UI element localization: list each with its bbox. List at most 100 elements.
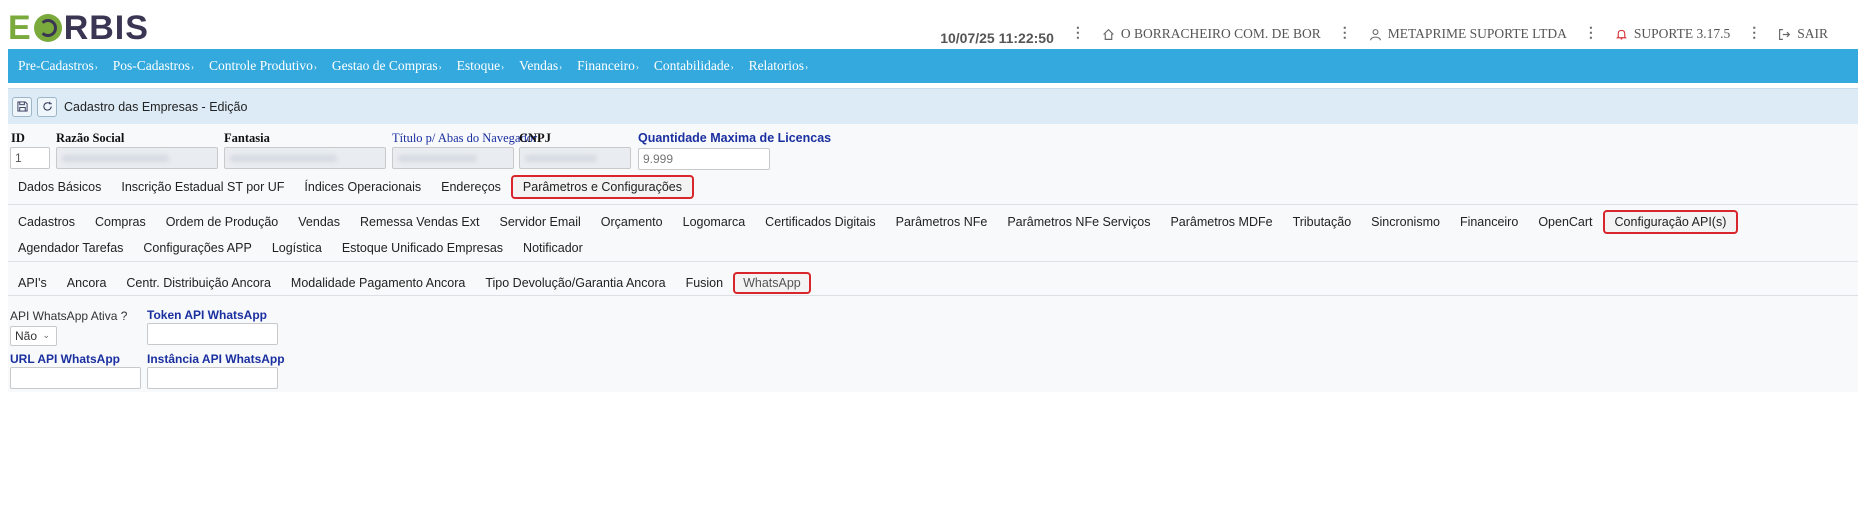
tab-ancora[interactable]: Ancora [57, 272, 117, 294]
chevron-right-icon: › [94, 62, 98, 72]
tab-vendas[interactable]: Vendas [288, 211, 350, 233]
tab-configuracao-api-s[interactable]: Configuração API(s) [1602, 210, 1739, 234]
main-menu-bar: Pre-Cadastros› Pos-Cadastros› Controle Pro… [8, 49, 1858, 83]
support-version: SUPORTE 3.17.5 [1633, 26, 1731, 41]
whatsapp-active-value: Não [15, 329, 38, 343]
main-tabs: Dados Básicos Inscrição Estadual ST por U… [8, 175, 695, 199]
chevron-right-icon: › [438, 62, 442, 72]
home-icon [1103, 28, 1114, 40]
tab-parametros-e-configuracoes[interactable]: Parâmetros e Configurações [510, 175, 695, 199]
menu-item-pre-cadastros[interactable]: Pre-Cadastros› [18, 58, 98, 74]
tab-inscricao-estadual-st-por-uf[interactable]: Inscrição Estadual ST por UF [111, 176, 294, 198]
tab-modalidade-pagamento-ancora[interactable]: Modalidade Pagamento Ancora [281, 272, 475, 294]
tab-servidor-email[interactable]: Servidor Email [490, 211, 591, 233]
tab-parametros-nfe[interactable]: Parâmetros NFe [886, 211, 998, 233]
page-title: Cadastro das Empresas - Edição [64, 99, 248, 114]
id-field[interactable] [10, 147, 50, 169]
menu-item-controle-produtivo[interactable]: Controle Produtivo› [209, 58, 317, 74]
save-button[interactable] [12, 96, 32, 117]
tab-remessa-vendas-ext[interactable]: Remessa Vendas Ext [350, 211, 490, 233]
logout-icon [1779, 28, 1791, 40]
menu-item-label: Estoque [456, 58, 501, 73]
tab-tributacao[interactable]: Tributação [1283, 211, 1362, 233]
menu-item-estoque[interactable]: Estoque› [457, 58, 505, 74]
user-name: METAPRIME SUPORTE LTDA [1387, 26, 1567, 41]
chevron-right-icon: › [559, 62, 563, 72]
divider [8, 295, 1858, 296]
kebab-menu-icon[interactable]: ⋮ [1335, 27, 1355, 41]
menu-item-relatorios[interactable]: Relatorios› [749, 58, 809, 74]
menu-item-label: Vendas [519, 58, 559, 73]
menu-item-label: Relatorios [748, 58, 805, 73]
cnpj-field[interactable] [519, 147, 631, 169]
licencas-field[interactable] [638, 148, 770, 170]
token-input[interactable] [147, 323, 278, 345]
tab-cadastros[interactable]: Cadastros [8, 211, 85, 233]
tab-api-s[interactable]: API's [8, 272, 57, 294]
refresh-icon [42, 101, 52, 111]
tab-parametros-mdfe[interactable]: Parâmetros MDFe [1160, 211, 1282, 233]
titulo-abas-field[interactable] [392, 147, 514, 169]
tab-notificador[interactable]: Notificador [513, 237, 593, 259]
kebab-menu-icon[interactable]: ⋮ [1068, 27, 1088, 41]
kebab-menu-icon[interactable]: ⋮ [1581, 27, 1601, 41]
logout-label: SAIR [1797, 26, 1828, 41]
chevron-right-icon: › [313, 62, 317, 72]
tab-logistica[interactable]: Logística [262, 237, 332, 259]
razao-social-label: Razão Social [56, 131, 125, 145]
whatsapp-active-label: API WhatsApp Ativa ? [10, 309, 128, 323]
tab-certificados-digitais[interactable]: Certificados Digitais [755, 211, 885, 233]
tab-agendador-tarefas[interactable]: Agendador Tarefas [8, 237, 133, 259]
chevron-right-icon: › [635, 62, 639, 72]
menu-item-gestao-de-compras[interactable]: Gestao de Compras› [332, 58, 442, 74]
config-tabs-row1: Cadastros Compras Ordem de Produção Vendas R… [8, 210, 1739, 234]
page-title-bar: Cadastro das Empresas - Edição [8, 88, 1858, 124]
razao-social-field[interactable] [56, 147, 218, 169]
tab-estoque-unificado-empresas[interactable]: Estoque Unificado Empresas [332, 237, 513, 259]
tab-configuracoes-app[interactable]: Configurações APP [133, 237, 261, 259]
logo-letter-e: E [8, 8, 32, 47]
tab-tipo-devolucao-garantia-ancora[interactable]: Tipo Devolução/Garantia Ancora [475, 272, 675, 294]
tab-financeiro[interactable]: Financeiro [1450, 211, 1528, 233]
tab-sincronismo[interactable]: Sincronismo [1361, 211, 1450, 233]
tab-enderecos[interactable]: Endereços [431, 176, 511, 198]
menu-item-label: Gestao de Compras [331, 58, 438, 73]
tab-compras[interactable]: Compras [85, 211, 156, 233]
whatsapp-active-select[interactable]: Não ⌄ [10, 326, 57, 346]
tab-indices-operacionais[interactable]: Índices Operacionais [294, 176, 431, 198]
chevron-down-icon: ⌄ [42, 330, 50, 340]
tab-centr-distribuicao-ancora[interactable]: Centr. Distribuição Ancora [116, 272, 281, 294]
menu-item-label: Pre-Cadastros [18, 58, 94, 73]
header-support[interactable]: SUPORTE 3.17.5 [1615, 26, 1730, 42]
tab-ordem-de-producao[interactable]: Ordem de Produção [156, 211, 289, 233]
tab-logomarca[interactable]: Logomarca [673, 211, 756, 233]
logout-button[interactable]: SAIR [1778, 26, 1828, 42]
kebab-menu-icon[interactable]: ⋮ [1744, 27, 1764, 41]
token-label: Token API WhatsApp [147, 308, 267, 322]
menu-item-label: Pos-Cadastros [112, 58, 190, 73]
tab-fusion[interactable]: Fusion [676, 272, 734, 294]
tab-opencart[interactable]: OpenCart [1528, 211, 1602, 233]
tab-orcamento[interactable]: Orçamento [591, 211, 673, 233]
menu-item-contabilidade[interactable]: Contabilidade› [654, 58, 734, 74]
menu-item-pos-cadastros[interactable]: Pos-Cadastros› [113, 58, 194, 74]
menu-item-vendas[interactable]: Vendas› [519, 58, 562, 74]
cnpj-label: CNPJ [519, 131, 551, 145]
url-label: URL API WhatsApp [10, 352, 120, 366]
url-input[interactable] [10, 367, 141, 389]
tab-dados-basicos[interactable]: Dados Básicos [8, 176, 111, 198]
menu-item-financeiro[interactable]: Financeiro› [577, 58, 639, 74]
tab-whatsapp[interactable]: WhatsApp [733, 272, 811, 294]
api-tabs: API's Ancora Centr. Distribuição Ancora Mod… [8, 272, 811, 294]
header-user[interactable]: METAPRIME SUPORTE LTDA [1369, 26, 1567, 42]
eorbis-logo[interactable]: E RBIS [8, 8, 149, 48]
tab-parametros-nfe-servicos[interactable]: Parâmetros NFe Serviços [997, 211, 1160, 233]
refresh-button[interactable] [37, 96, 57, 117]
user-icon [1369, 28, 1381, 40]
fantasia-label: Fantasia [224, 131, 270, 145]
instance-input[interactable] [147, 367, 278, 389]
fantasia-field[interactable] [224, 147, 386, 169]
logo-globe-icon [33, 14, 62, 42]
header-toolbar: 10/07/25 11:22:50 ⋮ O BORRACHEIRO COM. D… [940, 22, 1828, 46]
header-company[interactable]: O BORRACHEIRO COM. DE BOR [1102, 26, 1321, 42]
